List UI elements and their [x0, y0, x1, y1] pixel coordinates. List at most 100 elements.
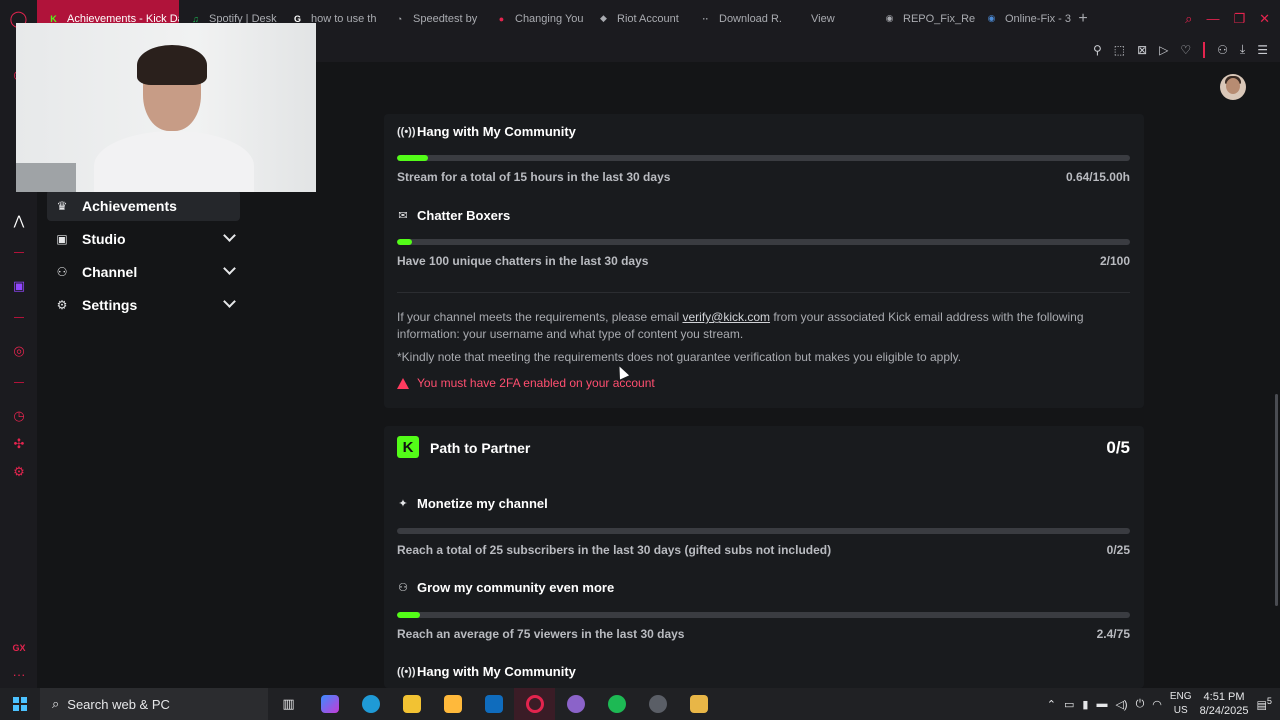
search-icon[interactable]: ⌕ [1185, 11, 1192, 27]
more-icon[interactable]: ··· [11, 667, 27, 683]
riot-favicon-icon: ◆ [600, 13, 607, 23]
avatar-face [1226, 78, 1240, 94]
page-scrollbar[interactable] [1275, 394, 1278, 606]
extensions-icon[interactable]: ✣ [11, 436, 27, 452]
achievement-title-text: Hang with My Community [417, 124, 576, 139]
broadcast-icon: ((•)) [397, 125, 416, 138]
gx-corner-icon[interactable]: GX [11, 640, 27, 656]
settings-icon[interactable]: ⚙ [11, 464, 27, 480]
nav-item-channel[interactable]: ⚇ Channel [47, 256, 240, 287]
nav-item-achievements[interactable]: ♛ Achievements [47, 190, 240, 221]
heart-icon[interactable]: ♡ [1180, 43, 1191, 57]
achievement-title: ((•)) Hang with My Community [397, 664, 576, 679]
path-to-partner-title: Path to Partner [430, 440, 531, 456]
edge-icon[interactable] [350, 688, 391, 720]
achievement-progress-fill [397, 612, 421, 618]
player-icon[interactable]: ◎ [11, 343, 27, 359]
language-indicator[interactable]: ENG US [1170, 690, 1192, 718]
lang-top: ENG [1169, 691, 1192, 702]
tab-label: Changing You [515, 12, 584, 25]
tray-app-icon[interactable]: ▭ [1064, 698, 1074, 711]
clock-icon[interactable]: ◷ [11, 408, 27, 424]
browser-tab-5[interactable]: ◆ Riot Account [587, 0, 689, 37]
power-icon[interactable]: ⏻ [1136, 698, 1145, 711]
achievement-title-text: Chatter Boxers [417, 208, 511, 223]
gear-icon: ⚙ [56, 297, 68, 312]
shield-icon[interactable]: ⊠ [1137, 43, 1147, 57]
file-explorer-icon[interactable] [391, 688, 432, 720]
browser-tab-7[interactable]: View [791, 0, 873, 37]
taskbar-search[interactable]: ⌕ Search web & PC [40, 688, 268, 720]
browser-tab-8[interactable]: ◉ REPO_Fix_Re [873, 0, 975, 37]
achievement-description: Reach an average of 75 viewers in the la… [397, 627, 685, 641]
achievement-value: 2/100 [1099, 254, 1130, 268]
menu-icon[interactable]: ☰ [1257, 43, 1268, 57]
wifi-icon[interactable]: ◠ [1152, 698, 1162, 711]
tab-label: how to use th [311, 12, 377, 25]
spotify-taskbar-icon[interactable] [596, 688, 637, 720]
user-avatar[interactable] [1220, 74, 1246, 100]
nav-item-label: Settings [82, 296, 138, 313]
game-launcher-icon[interactable] [678, 688, 719, 720]
system-tray: ⌃ ▭ ▮ ▬ ◁) ⏻ ◠ ENG US 4:51 PM 8/24/2025 … [1047, 688, 1280, 720]
webcam-person-body [94, 131, 254, 192]
chrome-icon[interactable] [555, 688, 596, 720]
achievement-title: ((•)) Hang with My Community [397, 124, 576, 139]
nav-item-settings[interactable]: ⚙ Settings [47, 289, 240, 320]
account-icon[interactable]: ⚇ [1217, 43, 1228, 57]
browser-tab-6[interactable]: ·· Download R. [689, 0, 791, 37]
achievement-progress-track [397, 612, 1130, 618]
twitch-icon[interactable]: ▣ [11, 278, 27, 294]
outlook-icon[interactable] [473, 688, 514, 720]
tab-label: Download R. [719, 12, 782, 25]
browser-tab-9[interactable]: ◉ Online-Fix - 3 [975, 0, 1071, 37]
restore-icon[interactable]: ❐ [1233, 11, 1245, 27]
info-prefix: If your channel meets the requirements, … [397, 310, 683, 324]
community-icon: ⚇ [398, 582, 408, 594]
verification-info: If your channel meets the requirements, … [397, 309, 1130, 343]
chevron-up-icon[interactable]: ⌃ [1047, 698, 1056, 711]
chevron-down-icon[interactable] [223, 295, 236, 308]
task-view-icon[interactable]: ▥ [268, 688, 309, 720]
nav-item-label: Studio [82, 230, 126, 247]
speedtest-favicon-icon: ◔ [396, 13, 403, 24]
kick-app-icon[interactable]: ⋀ [11, 213, 27, 229]
nav-item-studio[interactable]: ▣ Studio [47, 223, 240, 254]
browser-tab-4[interactable]: ● Changing You [485, 0, 587, 37]
close-icon[interactable]: ✕ [1259, 11, 1270, 27]
play-icon[interactable]: ▷ [1159, 43, 1168, 57]
steam-icon[interactable] [637, 688, 678, 720]
achievement-progress-fill [397, 155, 429, 161]
gx-separator [14, 252, 24, 253]
notification-count: 5 [1266, 696, 1272, 707]
verified-achievements-card: ((•)) Hang with My Community Stream for … [384, 114, 1144, 408]
chevron-down-icon[interactable] [223, 229, 236, 242]
volume-icon[interactable]: ◁) [1115, 698, 1127, 711]
new-tab-button[interactable]: + [1071, 0, 1095, 37]
twofa-warning: You must have 2FA enabled on your accoun… [397, 376, 655, 390]
snapshot-icon[interactable]: ⬚ [1114, 43, 1125, 57]
battery-icon[interactable]: ▬ [1096, 698, 1107, 710]
notification-icon[interactable]: ▤5 [1257, 696, 1273, 712]
nav-item-label: Channel [82, 263, 138, 280]
copilot-icon[interactable] [309, 688, 350, 720]
store-icon[interactable] [432, 688, 473, 720]
download-icon[interactable]: ⤓ [1240, 42, 1245, 57]
chat-icon: ✉ [398, 210, 408, 222]
pin-icon[interactable]: ⚲ [1093, 43, 1102, 57]
taskbar-clock[interactable]: 4:51 PM 8/24/2025 [1200, 690, 1249, 718]
chevron-down-icon[interactable] [223, 262, 236, 275]
lang-bottom: US [1173, 705, 1188, 716]
achievement-value: 0/25 [1106, 543, 1130, 557]
tab-label: Online-Fix - 3 [1005, 12, 1071, 25]
opera-gx-taskbar-icon[interactable] [514, 688, 555, 720]
windows-start-button[interactable] [0, 688, 40, 720]
browser-tab-3[interactable]: ◔ Speedtest by [383, 0, 485, 37]
verify-email-link[interactable]: verify@kick.com [682, 310, 770, 324]
microphone-icon[interactable]: ▮ [1082, 698, 1088, 711]
minimize-icon[interactable]: — [1206, 11, 1219, 26]
webcam-person-hair [137, 45, 207, 85]
windows-taskbar: ⌕ Search web & PC ▥ ⌃ ▭ ▮ ▬ ◁) ⏻ ◠ ENG U… [0, 688, 1280, 720]
achievement-progress-fill [397, 239, 412, 245]
trophy-icon: ♛ [56, 198, 68, 213]
